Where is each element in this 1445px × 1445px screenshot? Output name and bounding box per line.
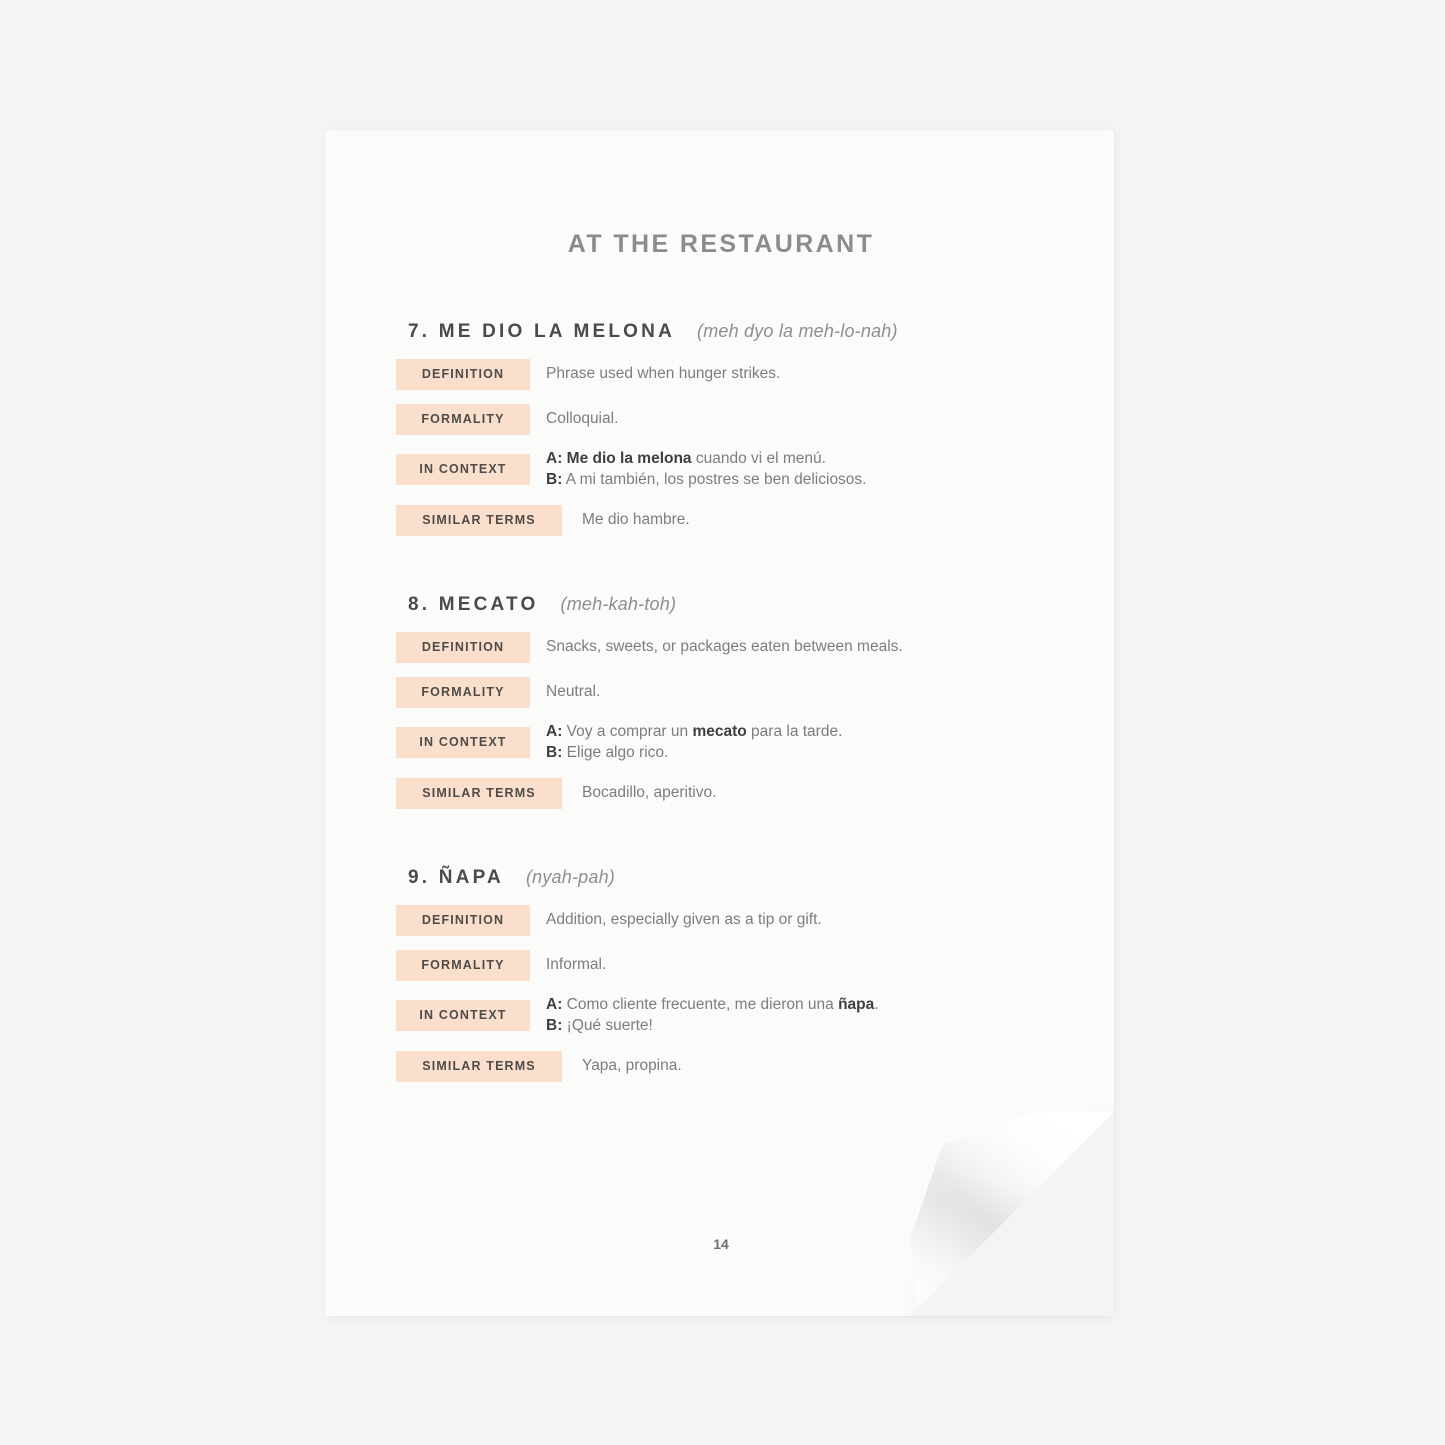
row-definition: DEFINITION Addition, especially given as…: [396, 904, 1046, 936]
context-highlight: mecato: [692, 722, 747, 740]
context-speaker: B:: [546, 743, 563, 761]
document-page: AT THE RESTAURANT 7. ME DIO LA MELONA (m…: [324, 130, 1114, 1316]
tag-similar-terms: SIMILAR TERMS: [396, 777, 562, 809]
entry-item: 9. ÑAPA (nyah-pah) DEFINITION Addition, …: [396, 867, 1046, 1082]
context-line: A: Me dio la melona cuando vi el menú.: [546, 450, 826, 467]
tag-formality: FORMALITY: [396, 949, 530, 981]
context-speaker: A:: [546, 995, 563, 1013]
context-speaker: B:: [546, 1016, 563, 1034]
entry-pronunciation: (meh dyo la meh-lo-nah): [697, 321, 898, 341]
tag-in-context: IN CONTEXT: [396, 1000, 530, 1032]
page-content: AT THE RESTAURANT 7. ME DIO LA MELONA (m…: [328, 130, 1114, 1082]
entry-rows: DEFINITION Addition, especially given as…: [396, 904, 1046, 1082]
row-similar-terms: SIMILAR TERMS Me dio hambre.: [396, 504, 1046, 536]
context-text: A: Voy a comprar un mecato para la tarde…: [546, 722, 842, 764]
context-speaker: A:: [546, 450, 563, 467]
context-text: A: Como cliente frecuente, me dieron una…: [546, 995, 879, 1037]
tag-in-context: IN CONTEXT: [396, 727, 530, 759]
screenshot-canvas: AT THE RESTAURANT 7. ME DIO LA MELONA (m…: [0, 0, 1445, 1445]
row-formality: FORMALITY Colloquial.: [396, 404, 1046, 435]
definition-text: Addition, especially given as a tip or g…: [546, 910, 822, 928]
definition-text: Phrase used when hunger strikes.: [546, 365, 781, 383]
entry-item: 8. MECATO (meh-kah-toh) DEFINITION Snack…: [396, 594, 1046, 809]
context-line: A: Como cliente frecuente, me dieron una…: [546, 995, 879, 1013]
entry-list: 7. ME DIO LA MELONA (meh dyo la meh-lo-n…: [396, 321, 1046, 1082]
tag-definition: DEFINITION: [396, 359, 530, 390]
entry-term: 9. ÑAPA: [408, 866, 504, 888]
formality-text: Neutral.: [546, 682, 601, 700]
page-title: AT THE RESTAURANT: [567, 230, 875, 258]
row-formality: FORMALITY Informal.: [396, 949, 1046, 981]
row-similar-terms: SIMILAR TERMS Bocadillo, aperitivo.: [396, 777, 1046, 809]
context-speaker: B:: [546, 470, 563, 488]
row-formality: FORMALITY Neutral.: [396, 676, 1046, 708]
entry-rows: DEFINITION Snacks, sweets, or packages e…: [396, 631, 1046, 809]
context-highlight: ñapa: [838, 995, 875, 1013]
entry-item: 7. ME DIO LA MELONA (meh dyo la meh-lo-n…: [396, 321, 1046, 536]
tag-similar-terms: SIMILAR TERMS: [396, 504, 562, 536]
row-definition: DEFINITION Phrase used when hunger strik…: [396, 359, 1046, 390]
row-in-context: IN CONTEXT A: Voy a comprar un mecato pa…: [396, 722, 1046, 764]
entry-pronunciation: (nyah-pah): [525, 866, 615, 887]
entry-rows: DEFINITION Phrase used when hunger strik…: [396, 359, 1046, 536]
context-highlight: Me dio la melona: [566, 450, 692, 467]
formality-text: Colloquial.: [546, 410, 619, 428]
similar-terms-text: Yapa, propina.: [582, 1056, 682, 1074]
context-speaker: A:: [546, 722, 563, 740]
context-line: B: Elige algo rico.: [546, 743, 669, 761]
row-similar-terms: SIMILAR TERMS Yapa, propina.: [396, 1050, 1046, 1082]
formality-text: Informal.: [546, 955, 607, 973]
tag-formality: FORMALITY: [396, 676, 530, 708]
row-in-context: IN CONTEXT A: Me dio la melona cuando vi…: [396, 449, 1046, 491]
definition-text: Snacks, sweets, or packages eaten betwee…: [546, 637, 903, 655]
tag-definition: DEFINITION: [396, 904, 530, 936]
row-in-context: IN CONTEXT A: Como cliente frecuente, me…: [396, 995, 1046, 1037]
tag-definition: DEFINITION: [396, 631, 530, 663]
context-line: A: Voy a comprar un mecato para la tarde…: [546, 722, 843, 740]
entry-term: 8. MECATO: [408, 593, 539, 615]
tag-similar-terms: SIMILAR TERMS: [396, 1050, 562, 1082]
similar-terms-text: Bocadillo, aperitivo.: [582, 783, 717, 801]
entry-heading: 8. MECATO (meh-kah-toh): [408, 594, 1046, 616]
context-line: B: A mi también, los postres se ben deli…: [546, 470, 867, 488]
entry-pronunciation: (meh-kah-toh): [560, 593, 677, 614]
context-line: B: ¡Qué suerte!: [546, 1016, 653, 1034]
context-text: A: Me dio la melona cuando vi el menú. B:…: [546, 449, 867, 491]
tag-in-context: IN CONTEXT: [396, 454, 530, 486]
entry-heading: 7. ME DIO LA MELONA (meh dyo la meh-lo-n…: [408, 321, 1046, 343]
entry-heading: 9. ÑAPA (nyah-pah): [408, 867, 1046, 889]
tag-formality: FORMALITY: [396, 404, 530, 435]
row-definition: DEFINITION Snacks, sweets, or packages e…: [396, 631, 1046, 663]
similar-terms-text: Me dio hambre.: [582, 510, 690, 528]
entry-term: 7. ME DIO LA MELONA: [408, 321, 675, 342]
